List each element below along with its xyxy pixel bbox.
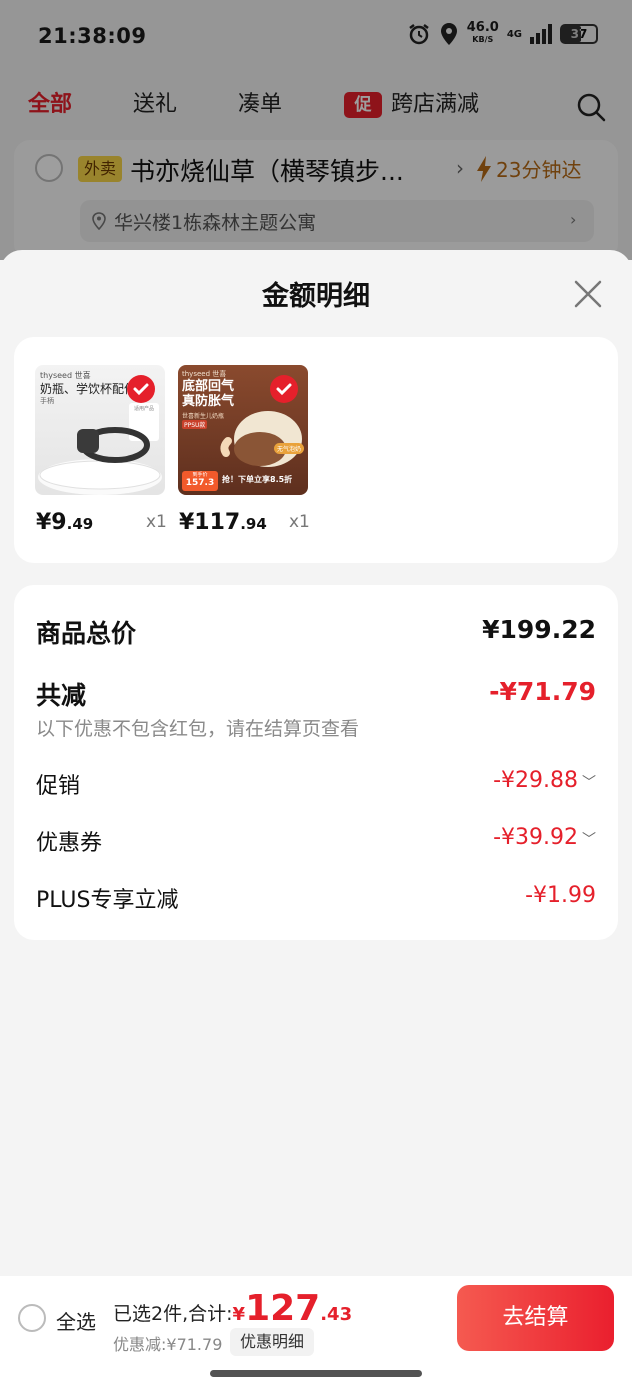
- check-icon: [276, 383, 292, 396]
- total-amount: ¥127.43: [232, 1288, 353, 1329]
- product-2-check[interactable]: [270, 375, 298, 403]
- select-all-label[interactable]: 全选: [56, 1306, 96, 1335]
- home-indicator: [210, 1370, 422, 1377]
- product-2-brand: thyseed 世喜: [182, 370, 227, 378]
- product-1-title: 奶瓶、学饮杯配件: [40, 382, 137, 396]
- reduce-note: 以下优惠不包含红包，请在结算页查看: [36, 718, 360, 740]
- selected-total: 已选2件,合计:¥127.43: [113, 1288, 352, 1329]
- chevron-down-icon: ﹀: [582, 775, 596, 791]
- product-2-price: ¥117.94: [179, 510, 267, 535]
- select-all-radio[interactable]: [18, 1304, 46, 1332]
- plus-value: -¥1.99: [525, 883, 596, 908]
- product-2-tag: PPSU款: [182, 420, 208, 429]
- product-2-qty: x1: [289, 512, 310, 532]
- total-reduce-label: 共减: [36, 681, 87, 710]
- promo-value: -¥29.88: [493, 768, 578, 793]
- promo-value-row[interactable]: -¥29.88 ﹀: [493, 768, 596, 793]
- checkout-button[interactable]: 去结算: [457, 1285, 614, 1351]
- dim-overlay[interactable]: [0, 0, 632, 260]
- product-2-price-tag: 到手价 157.3: [182, 471, 218, 491]
- coupon-label: 优惠券: [36, 831, 103, 856]
- coupon-value-row[interactable]: -¥39.92 ﹀: [493, 825, 596, 850]
- sheet-title: 金额明细: [262, 281, 370, 312]
- close-icon[interactable]: [570, 276, 606, 312]
- product-1-photo: [38, 427, 162, 495]
- total-price-value: ¥199.22: [482, 615, 596, 644]
- product-2-promo: 抢！下单立享8.5折: [222, 475, 293, 484]
- product-1-qty: x1: [146, 512, 167, 532]
- product-1-check[interactable]: [127, 375, 155, 403]
- promo-label: 促销: [36, 774, 81, 799]
- selected-prefix: 已选2件,合计:: [113, 1303, 233, 1325]
- product-1-price: ¥9.49: [36, 510, 94, 535]
- plus-label: PLUS专享立减: [36, 888, 179, 913]
- discount-line: 优惠减:¥71.79: [113, 1335, 223, 1354]
- total-reduce-value: -¥71.79: [489, 677, 596, 706]
- total-price-label: 商品总价: [36, 619, 137, 648]
- detail-chip-button[interactable]: 优惠明细: [230, 1328, 315, 1356]
- check-icon: [133, 383, 149, 396]
- coupon-value: -¥39.92: [493, 825, 578, 850]
- chevron-down-icon: ﹀: [582, 832, 596, 848]
- product-2-badge: 无气泡奶: [274, 443, 305, 454]
